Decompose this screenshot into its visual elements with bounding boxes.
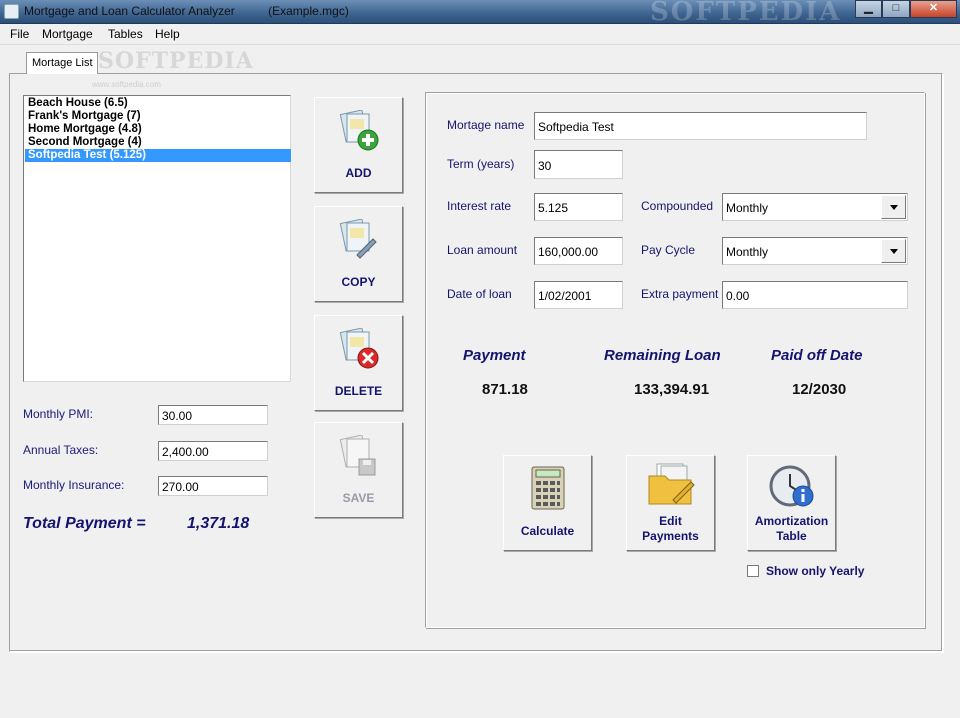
mortgage-name-label: Mortage name: [447, 118, 525, 132]
amortization-label-2: Table: [776, 529, 807, 543]
save-icon: [339, 435, 376, 476]
show-only-yearly-label[interactable]: Show only Yearly: [766, 564, 864, 578]
window-title: Mortgage and Loan Calculator Analyzer (E…: [24, 4, 349, 18]
watermark: SOFTPEDIA: [650, 0, 842, 27]
minimize-button[interactable]: ▁: [855, 0, 882, 18]
delete-button[interactable]: DELETE: [314, 315, 403, 411]
term-input[interactable]: 30: [534, 150, 623, 179]
compounded-label: Compounded: [641, 199, 714, 213]
copy-button[interactable]: COPY: [314, 206, 403, 302]
add-button[interactable]: ADD: [314, 97, 403, 193]
compounded-select[interactable]: Monthly: [722, 193, 908, 221]
paid-off-date-title: Paid off Date: [771, 347, 863, 364]
calculator-icon: [531, 466, 565, 510]
list-item[interactable]: Frank's Mortgage (7): [25, 110, 291, 123]
tab-watermark: SOFTPEDIA: [98, 48, 254, 74]
close-button[interactable]: ✕: [910, 0, 957, 18]
app-icon[interactable]: [4, 4, 19, 19]
list-item[interactable]: Home Mortgage (4.8): [25, 123, 291, 136]
maximize-button[interactable]: □: [882, 0, 910, 18]
paid-off-date-value: 12/2030: [792, 381, 847, 398]
term-label: Term (years): [447, 157, 515, 171]
copy-icon: [339, 219, 377, 259]
show-only-yearly-checkbox[interactable]: [747, 565, 759, 577]
calculate-button[interactable]: Calculate: [503, 455, 592, 551]
add-icon: [339, 110, 379, 151]
copy-label: COPY: [341, 275, 376, 289]
payment-value: 871.18: [482, 381, 528, 398]
extra-payment-label: Extra payment: [641, 287, 719, 301]
edit-payments-button[interactable]: Edit Payments: [626, 455, 715, 551]
chevron-down-icon[interactable]: [881, 195, 906, 219]
amortization-label-1: Amortization: [754, 514, 829, 528]
calculate-label: Calculate: [520, 524, 575, 538]
pmi-label: Monthly PMI:: [23, 407, 94, 421]
list-item[interactable]: Second Mortgage (4): [25, 136, 291, 149]
date-of-loan-input[interactable]: 1/02/2001: [534, 281, 623, 309]
menu-file[interactable]: File: [10, 27, 29, 41]
clock-info-icon: [769, 465, 814, 507]
folder-icon: [648, 463, 695, 505]
pmi-input[interactable]: 30.00: [158, 405, 268, 425]
loan-amount-label: Loan amount: [447, 243, 518, 257]
taxes-label: Annual Taxes:: [23, 443, 99, 457]
mortgage-name-input[interactable]: Softpedia Test: [534, 112, 867, 140]
remaining-loan-title: Remaining Loan: [604, 347, 721, 364]
insurance-label: Monthly Insurance:: [23, 478, 125, 492]
amortization-table-button[interactable]: Amortization Table: [747, 455, 836, 551]
date-of-loan-label: Date of loan: [447, 287, 512, 301]
interest-rate-label: Interest rate: [447, 199, 512, 213]
pay-cycle-value: Monthly: [726, 245, 769, 259]
save-label: SAVE: [342, 491, 375, 505]
menu-mortgage[interactable]: Mortgage: [42, 27, 93, 41]
extra-payment-input[interactable]: 0.00: [722, 281, 908, 309]
menu-tables[interactable]: Tables: [108, 27, 143, 41]
total-payment-label: Total Payment =: [23, 515, 146, 532]
list-item[interactable]: Beach House (6.5): [25, 97, 291, 110]
save-button[interactable]: SAVE: [314, 422, 403, 518]
loan-amount-input[interactable]: 160,000.00: [534, 237, 623, 265]
remaining-loan-value: 133,394.91: [634, 381, 710, 398]
delete-icon: [339, 328, 379, 369]
menu-help[interactable]: Help: [155, 27, 180, 41]
interest-rate-input[interactable]: 5.125: [534, 193, 623, 221]
payment-title: Payment: [463, 347, 526, 364]
pay-cycle-select[interactable]: Monthly: [722, 237, 908, 265]
total-payment-value: 1,371.18: [187, 515, 250, 532]
insurance-input[interactable]: 270.00: [158, 476, 268, 496]
delete-label: DELETE: [334, 384, 383, 398]
add-label: ADD: [345, 166, 372, 180]
watermark-url: www.softpedia.com: [92, 80, 161, 89]
compounded-value: Monthly: [726, 201, 769, 215]
tab-mortgage-list[interactable]: Mortage List: [26, 52, 98, 74]
list-item-selected[interactable]: Softpedia Test (5.125): [25, 149, 291, 162]
taxes-input[interactable]: 2,400.00: [158, 441, 268, 461]
mortgage-listbox[interactable]: Beach House (6.5) Frank's Mortgage (7) H…: [23, 95, 291, 382]
menu-bar: [0, 24, 960, 45]
chevron-down-icon[interactable]: [881, 239, 906, 263]
edit-payments-label-1: Edit: [659, 514, 682, 528]
edit-payments-label-2: Payments: [642, 529, 699, 543]
pay-cycle-label: Pay Cycle: [641, 243, 696, 257]
